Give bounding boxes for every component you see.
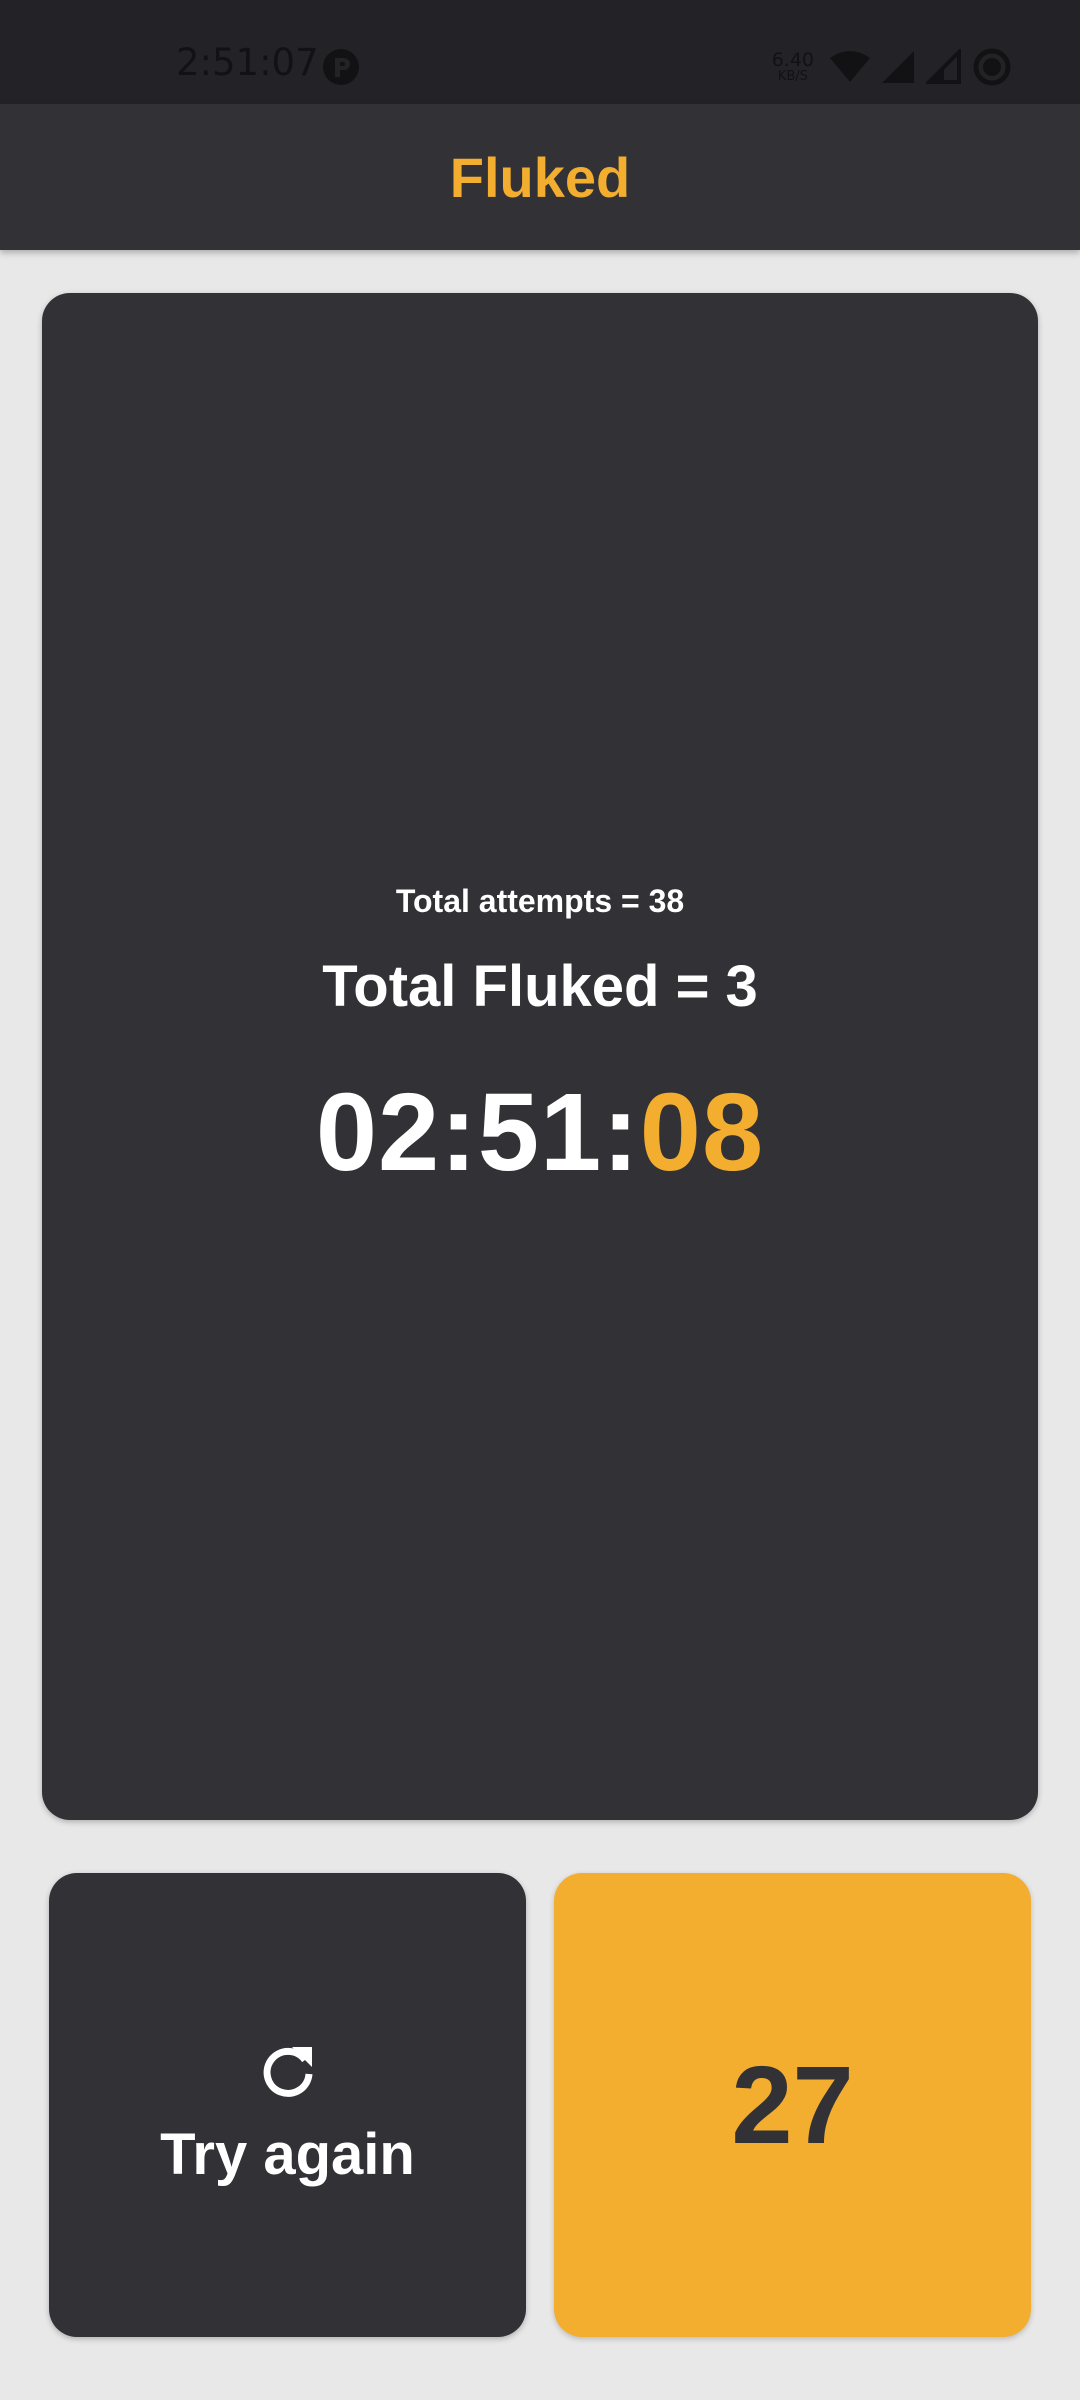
timer: 02:51:08 <box>42 1069 1038 1196</box>
wifi-icon <box>830 51 870 82</box>
network-speed: 6.40 KB/S <box>771 49 814 84</box>
network-speed-value: 6.40 <box>771 49 814 71</box>
total-fluked: Total Fluked = 3 <box>322 954 758 1019</box>
total-attempts: Total attempts = 38 <box>395 883 685 919</box>
try-again-label: Try again <box>160 2122 415 2187</box>
battery-icon <box>973 48 1011 86</box>
score-value: 27 <box>731 2043 854 2167</box>
app-notification-icon <box>323 49 359 85</box>
stats-card: Total attempts = 38 Total Fluked = 3 02:… <box>42 293 1038 1820</box>
app-title: Fluked <box>449 145 631 209</box>
app-bar: Fluked <box>0 104 1080 250</box>
score-button[interactable]: 27 <box>554 1873 1031 2337</box>
timer-main: 02:51: <box>315 1071 640 1194</box>
refresh-icon <box>263 2047 313 2097</box>
status-time: 2:51:07 <box>176 41 319 84</box>
network-speed-unit: KB/S <box>777 69 808 84</box>
signal-icon <box>882 51 914 83</box>
try-again-button[interactable]: Try again <box>49 1873 526 2337</box>
signal-empty-icon <box>926 49 961 84</box>
status-icons: 6.40 KB/S <box>772 46 1012 88</box>
status-bar: 2:51:07 6.40 KB/S <box>0 0 1080 104</box>
timer-seconds: 08 <box>639 1071 765 1194</box>
